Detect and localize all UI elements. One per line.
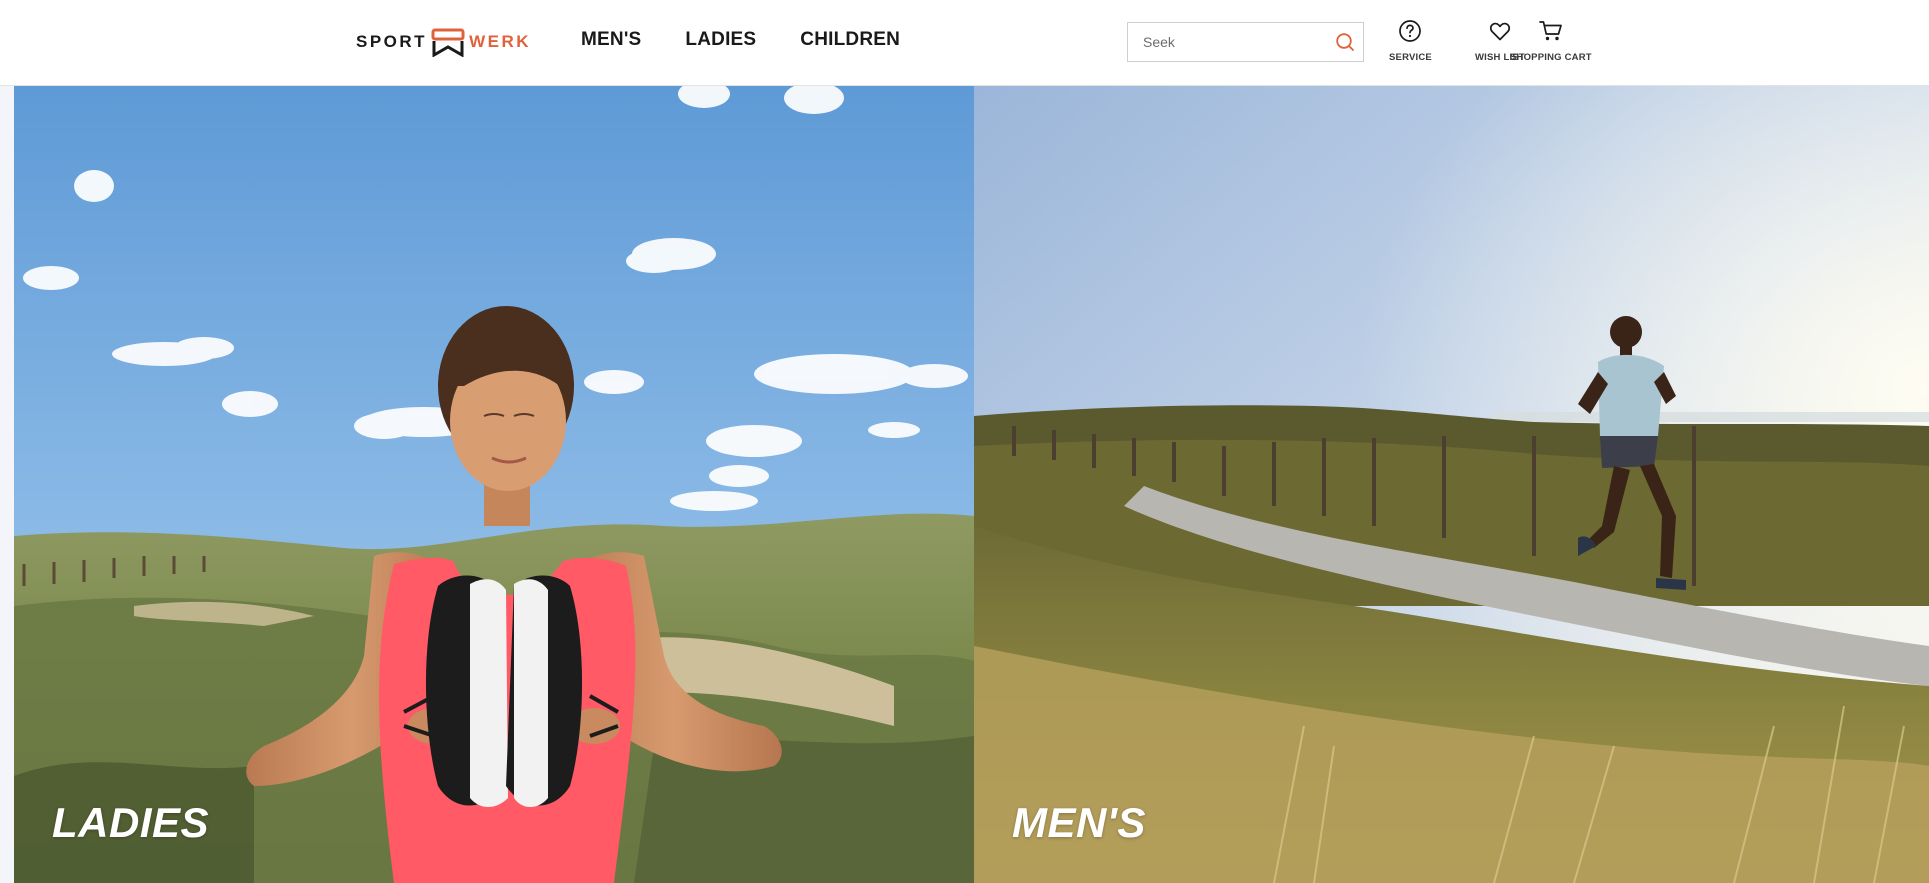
- shopping-cart-link[interactable]: SHOPPING CART: [1510, 18, 1592, 63]
- ladies-hero-image: [14, 86, 974, 883]
- search-input[interactable]: [1128, 23, 1327, 61]
- nav-item-children[interactable]: CHILDREN: [800, 29, 900, 51]
- hero-panel-ladies[interactable]: LADIES: [14, 86, 974, 883]
- page-edge: [0, 86, 14, 883]
- nav-item-ladies[interactable]: LADIES: [685, 29, 756, 51]
- service-link[interactable]: SERVICE: [1389, 18, 1432, 63]
- search-button[interactable]: [1327, 23, 1363, 61]
- brand-logo-mark-icon: [431, 28, 465, 57]
- main-nav: MEN'S LADIES CHILDREN: [581, 29, 944, 51]
- heart-icon: [1487, 18, 1513, 44]
- service-label: SERVICE: [1389, 52, 1432, 63]
- help-circle-icon: [1397, 18, 1423, 44]
- site-header: SPORT WERK MEN'S LADIES CHILDREN SERV: [0, 0, 1929, 86]
- mens-hero-image: [974, 86, 1929, 883]
- search-box: [1127, 22, 1364, 62]
- brand-name-right: WERK: [469, 32, 532, 51]
- search-icon: [1336, 33, 1354, 51]
- hero-panel-mens[interactable]: MEN'S: [974, 86, 1929, 883]
- shopping-cart-label: SHOPPING CART: [1510, 52, 1592, 63]
- brand-name-left: SPORT: [356, 32, 428, 51]
- brand-logo[interactable]: SPORT WERK: [356, 26, 531, 58]
- shopping-cart-icon: [1538, 18, 1564, 44]
- hero-section: LADIES MEN'S: [0, 86, 1929, 883]
- nav-item-mens[interactable]: MEN'S: [581, 29, 641, 51]
- hero-panel-ladies-label: LADIES: [52, 799, 210, 846]
- hero-panel-mens-label: MEN'S: [1012, 799, 1146, 846]
